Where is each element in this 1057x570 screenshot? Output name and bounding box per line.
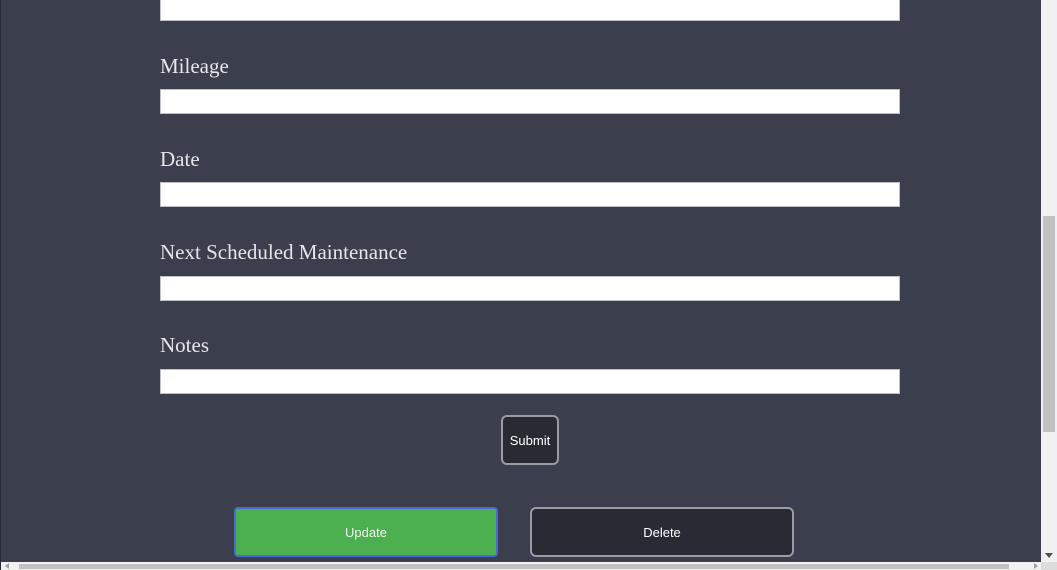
previous-field-input[interactable] [160,0,900,21]
date-label: Date [160,147,200,171]
scroll-down-arrow-icon[interactable] [1045,553,1053,558]
vertical-scrollbar-thumb[interactable] [1043,216,1055,432]
page-viewport: Mileage Date Next Scheduled Maintenance … [0,0,1057,570]
notes-input[interactable] [160,369,900,394]
horizontal-scrollbar-thumb[interactable] [19,564,1009,569]
update-button[interactable]: Update [234,507,498,557]
vertical-scrollbar[interactable] [1041,0,1057,562]
mileage-input[interactable] [160,89,900,114]
horizontal-scrollbar[interactable] [1,562,1042,570]
scrollbar-corner [1041,562,1057,570]
delete-button[interactable]: Delete [530,507,794,557]
mileage-label: Mileage [160,54,229,78]
notes-label: Notes [160,333,209,357]
next-maintenance-input[interactable] [160,276,900,301]
scroll-left-arrow-icon[interactable] [5,563,9,569]
next-maintenance-label: Next Scheduled Maintenance [160,240,408,264]
scroll-right-arrow-icon[interactable] [1034,563,1038,569]
submit-button[interactable]: Submit [501,415,559,465]
date-input[interactable] [160,182,900,207]
